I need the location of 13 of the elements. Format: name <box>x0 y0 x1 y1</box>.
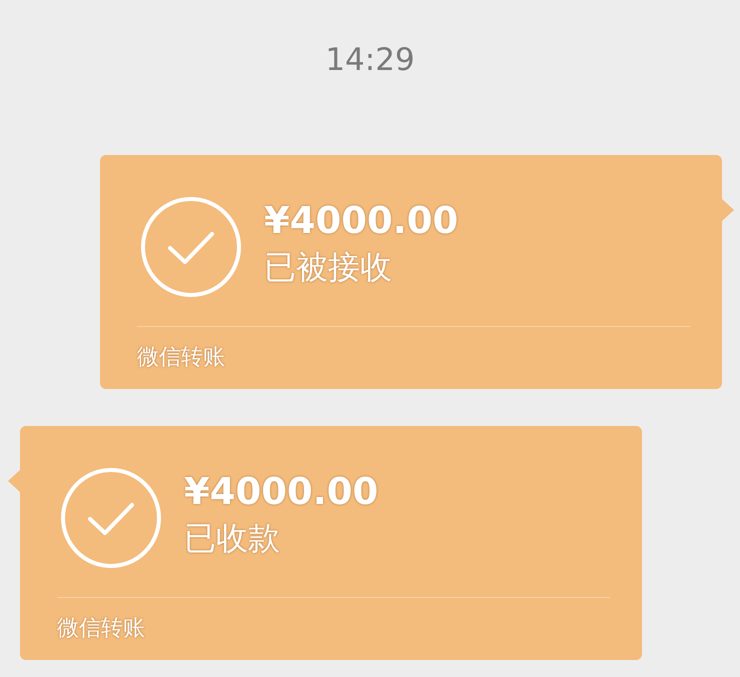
transfer-status: 已收款 <box>184 518 281 558</box>
transfer-source-label: 微信转账 <box>137 344 225 372</box>
transfer-card[interactable]: ¥4000.00 已收款 微信转账 <box>20 426 642 660</box>
transfer-source-label: 微信转账 <box>57 615 145 643</box>
message-time: 14:29 <box>325 41 415 80</box>
transfer-status: 已被接收 <box>264 247 393 287</box>
check-circle-icon <box>60 467 162 569</box>
bubble-tail <box>722 199 734 221</box>
transfer-card[interactable]: ¥4000.00 已被接收 微信转账 <box>100 155 722 389</box>
bubble-tail <box>8 470 20 492</box>
transfer-amount: ¥4000.00 <box>184 470 378 514</box>
transfer-amount: ¥4000.00 <box>264 199 458 243</box>
check-circle-icon <box>140 196 242 298</box>
